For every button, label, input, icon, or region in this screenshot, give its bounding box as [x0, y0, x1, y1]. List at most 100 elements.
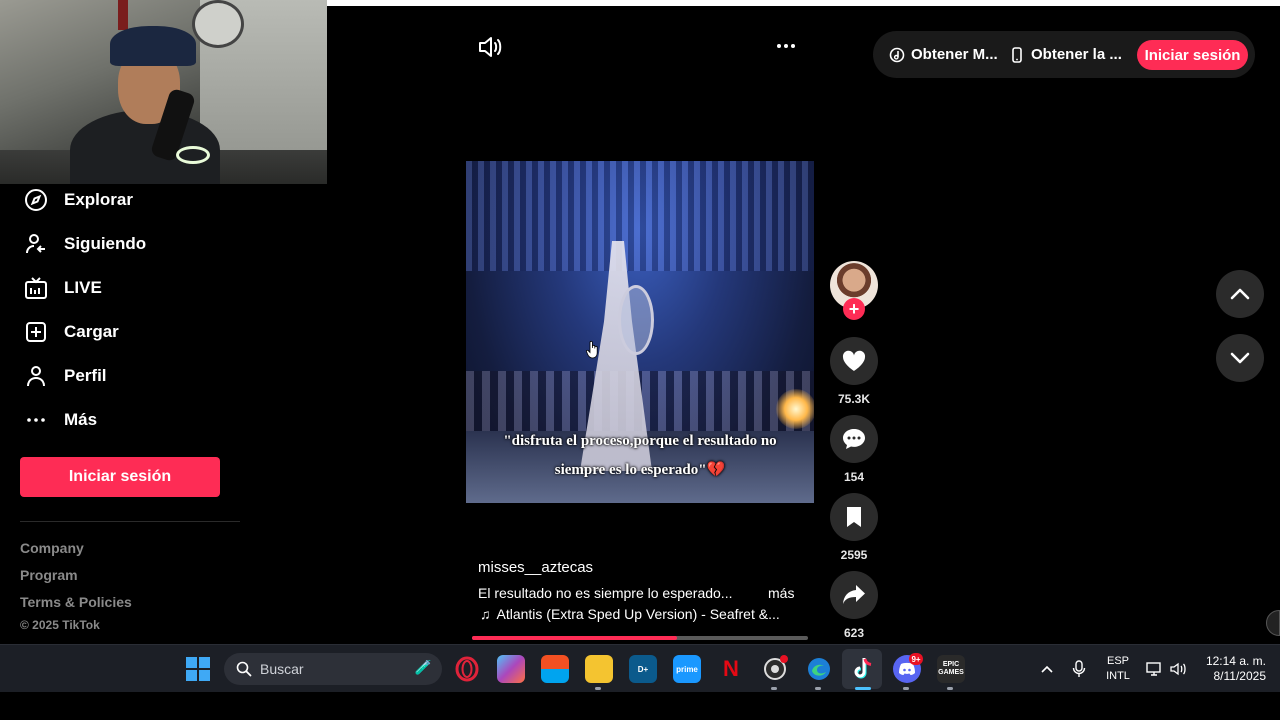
save-button[interactable] — [830, 493, 878, 541]
compass-icon — [22, 186, 50, 214]
search-icon — [236, 661, 252, 677]
windows-start-icon[interactable] — [186, 657, 210, 681]
sidebar-item-label: Cargar — [64, 322, 119, 341]
windows-taskbar: Buscar 🧪 D+ prime N 9+ EPIC GAMES ESP INT… — [0, 644, 1280, 692]
prime-video-icon[interactable]: prime — [673, 655, 701, 683]
mouse-cursor-icon — [586, 340, 598, 359]
music-title: Atlantis (Extra Sped Up Version) - Seafr… — [496, 606, 780, 622]
footer-link-company[interactable]: Company — [20, 540, 84, 556]
volume-icon — [479, 37, 502, 57]
next-video-button[interactable] — [1216, 334, 1264, 382]
video-progress-bar[interactable] — [472, 636, 808, 640]
search-placeholder: Buscar — [260, 661, 304, 677]
following-icon — [22, 230, 50, 258]
dot-icon — [777, 44, 781, 48]
video-author[interactable]: misses__aztecas — [478, 559, 593, 576]
video-caption-line-1: "disfruta el proceso,porque el resultado… — [503, 433, 777, 449]
screen-bottom-edge — [0, 692, 1280, 720]
sidebar-item-perfil[interactable]: Perfil — [22, 360, 107, 392]
webcam-red-post — [118, 0, 128, 30]
running-indicator — [771, 687, 777, 690]
video-caption: "disfruta el proceso,porque el resultado… — [466, 427, 814, 485]
phone-icon — [1009, 46, 1025, 63]
video-stage-flare — [776, 389, 814, 429]
lang-line-2: INTL — [1106, 670, 1130, 682]
netflix-icon[interactable]: N — [717, 655, 745, 683]
taskbar-search-input[interactable]: Buscar 🧪 — [224, 653, 442, 685]
tiktok-music-icon — [889, 47, 905, 63]
file-explorer-icon[interactable] — [585, 655, 613, 683]
chevron-down-icon — [1230, 352, 1250, 364]
like-button[interactable] — [830, 337, 878, 385]
sidebar-item-label: Siguiendo — [64, 234, 147, 253]
sidebar-item-cargar[interactable]: Cargar — [22, 316, 119, 348]
discord-notification-badge: 9+ — [909, 653, 923, 665]
microsoft-store-icon[interactable] — [541, 655, 569, 683]
speaker-icon[interactable] — [1170, 645, 1188, 693]
top-login-button[interactable]: Iniciar sesión — [1137, 40, 1248, 70]
video-music[interactable]: ♫ Atlantis (Extra Sped Up Version) - Sea… — [480, 606, 780, 622]
comment-button[interactable] — [830, 415, 878, 463]
footer-link-program[interactable]: Program — [20, 567, 78, 583]
music-note-icon: ♫ — [480, 606, 491, 622]
running-indicator — [595, 687, 601, 690]
video-caption-line-2: siempre es lo esperado"💔 — [554, 462, 726, 478]
like-count: 75.3K — [837, 392, 871, 406]
video-options-button[interactable] — [772, 36, 800, 56]
webcam-cap — [110, 26, 196, 66]
opera-icon[interactable] — [453, 655, 481, 683]
search-highlight-icon: 🧪 — [414, 659, 432, 675]
get-music-app-button[interactable]: Obtener M... — [889, 31, 998, 78]
profile-icon — [22, 362, 50, 390]
sidebar-divider — [20, 521, 240, 522]
share-button[interactable] — [830, 571, 878, 619]
lang-line-1: ESP — [1106, 655, 1129, 667]
obs-recording-badge — [780, 655, 788, 663]
collapse-panel-tab[interactable] — [1266, 610, 1280, 636]
epic-games-icon[interactable]: EPIC GAMES — [937, 655, 965, 683]
microphone-icon[interactable] — [1072, 645, 1086, 693]
get-app-button[interactable]: Obtener la ... — [1009, 31, 1122, 78]
edge-icon[interactable] — [805, 655, 833, 683]
previous-video-button[interactable] — [1216, 270, 1264, 318]
top-actions-pill: Obtener M... Obtener la ... Iniciar sesi… — [873, 31, 1255, 78]
clock-time: 12:14 a. m. — [1205, 654, 1266, 668]
sidebar-item-live[interactable]: LIVE — [22, 272, 102, 304]
video-crowd-upper — [466, 161, 814, 271]
volume-button[interactable] — [476, 34, 504, 60]
running-indicator — [903, 687, 909, 690]
tiktok-icon[interactable] — [849, 655, 877, 683]
get-app-label: Obtener la ... — [1031, 46, 1122, 63]
running-indicator — [947, 687, 953, 690]
webcam-fan — [192, 0, 244, 48]
share-count: 623 — [843, 626, 865, 640]
upload-plus-icon — [22, 318, 50, 346]
follow-plus-icon[interactable]: + — [843, 298, 865, 320]
copilot-icon[interactable] — [497, 655, 525, 683]
clock-date: 8/11/2025 — [1213, 669, 1267, 683]
network-icon[interactable] — [1146, 645, 1164, 693]
comment-icon — [843, 429, 865, 449]
sidebar-item-mas[interactable]: Más — [22, 404, 97, 436]
share-arrow-icon — [843, 585, 865, 604]
video-player[interactable]: "disfruta el proceso,porque el resultado… — [466, 161, 814, 503]
video-performer-shield — [618, 285, 654, 355]
sidebar-item-label: Más — [64, 410, 98, 429]
heart-icon — [842, 350, 866, 371]
webcam-ring-light — [176, 146, 210, 164]
bookmark-icon — [847, 507, 861, 527]
disney-plus-icon[interactable]: D+ — [629, 655, 657, 683]
sidebar-login-button[interactable]: Iniciar sesión — [20, 457, 220, 497]
dot-icon — [784, 44, 788, 48]
sidebar-item-explorar[interactable]: Explorar — [22, 184, 133, 216]
sidebar-item-siguiendo[interactable]: Siguiendo — [22, 228, 146, 260]
webcam-overlay — [0, 0, 327, 184]
description-more-link[interactable]: más — [768, 585, 794, 601]
system-clock[interactable]: 12:14 a. m. 8/11/2025 — [1196, 654, 1266, 684]
footer-link-terms[interactable]: Terms & Policies — [20, 594, 132, 610]
tray-overflow-icon[interactable] — [1040, 645, 1054, 693]
save-count: 2595 — [840, 548, 868, 562]
input-language-indicator[interactable]: ESP INTL — [1104, 654, 1132, 684]
sidebar-item-label: Explorar — [64, 190, 133, 209]
live-tv-icon — [22, 274, 50, 302]
